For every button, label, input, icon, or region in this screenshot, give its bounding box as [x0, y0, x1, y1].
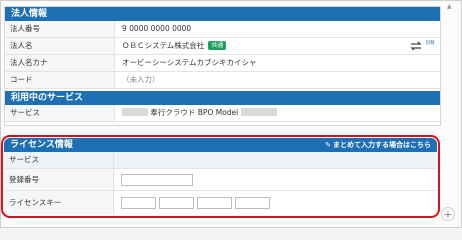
- switch-label[interactable]: 切替: [424, 41, 436, 46]
- corp-kana-value: オービーシーシステムカブシキカイシャ: [122, 58, 257, 67]
- corp-number-label: 法人番号: [5, 21, 115, 37]
- service-value-wrap: 奉行クラウド BPO Model: [122, 105, 277, 121]
- corp-kana-row: 法人名カナ オービーシーシステムカブシキカイシャ: [5, 55, 440, 72]
- corp-name-value: ＯＢＣシステム株式会社: [122, 41, 205, 50]
- corp-name-label: 法人名: [5, 38, 115, 54]
- service-row: サービス 奉行クラウド BPO Model: [5, 105, 440, 122]
- corp-code-value: （未入力）: [122, 75, 160, 84]
- highlight-outline: [1, 135, 440, 218]
- corp-kana-label: 法人名カナ: [5, 55, 115, 71]
- corp-number-row: 法人番号 9 0000 0000 0000: [5, 21, 440, 38]
- service-value: 奉行クラウド BPO Model: [150, 108, 239, 117]
- corp-info-title: 法人情報: [5, 7, 440, 21]
- scroll-up-icon[interactable]: ▲: [447, 3, 452, 10]
- corp-number-value: 9 0000 0000 0000: [122, 24, 192, 33]
- corp-info-panel: 法人情報 法人番号 9 0000 0000 0000 法人名 ＯＢＣシステム株式…: [4, 6, 441, 126]
- corp-name-row: 法人名 ＯＢＣシステム株式会社 共通 切替: [5, 38, 440, 55]
- corp-code-row: コード （未入力）: [5, 72, 440, 89]
- services-title: 利用中のサービス: [5, 91, 440, 105]
- switch-icon[interactable]: [410, 40, 422, 52]
- corp-name-value-wrap: ＯＢＣシステム株式会社 共通: [122, 38, 227, 54]
- add-button[interactable]: +: [441, 207, 455, 221]
- redacted-block: [240, 108, 277, 116]
- service-label: サービス: [5, 105, 115, 121]
- shared-badge: 共通: [208, 41, 227, 50]
- corp-code-label: コード: [5, 72, 115, 88]
- redacted-block: [122, 108, 148, 116]
